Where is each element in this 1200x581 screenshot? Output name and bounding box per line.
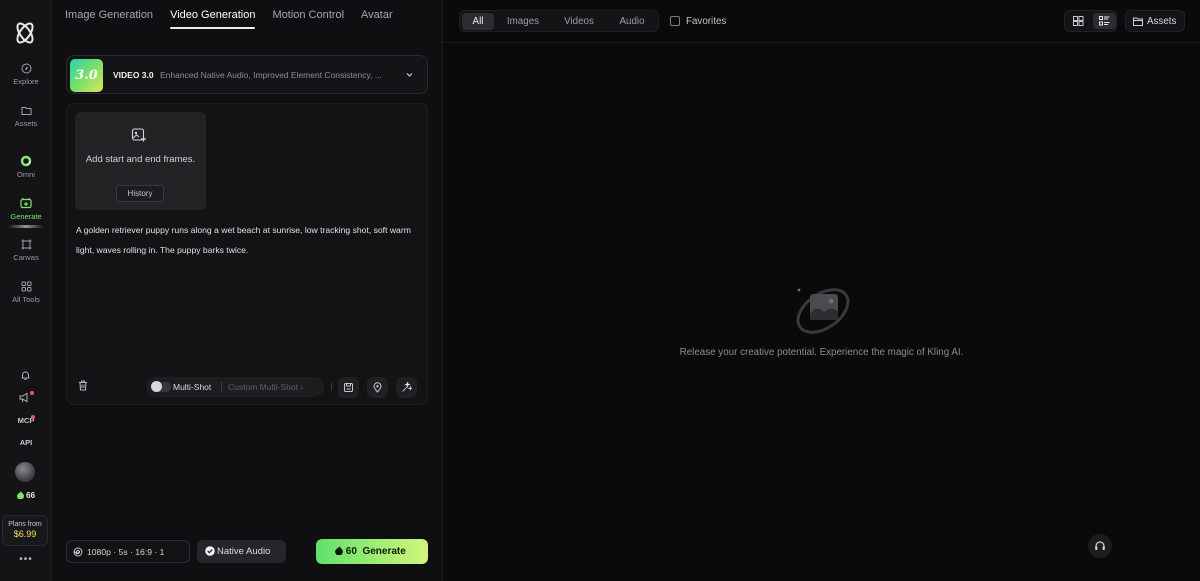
compass-icon <box>21 63 31 74</box>
sidebar-item-assets[interactable]: Assets <box>0 105 52 128</box>
tab-video-generation[interactable]: Video Generation <box>170 9 256 29</box>
add-image-icon <box>131 128 146 142</box>
sidebar-item-label: Omni <box>17 170 35 179</box>
add-frames-label: Add start and end frames. <box>85 154 196 165</box>
more-menu-button[interactable]: ••• <box>0 554 52 565</box>
magic-wand-icon <box>402 382 412 392</box>
generation-tabs: Image Generation Video Generation Motion… <box>65 9 393 29</box>
avatar[interactable] <box>15 462 35 482</box>
generate-cost: 60 <box>345 546 357 557</box>
sidebar-item-label: Canvas <box>13 253 39 262</box>
folder-icon <box>21 107 31 115</box>
sidebar-item-label: All Tools <box>12 295 40 304</box>
media-filter: All Images Videos Audio <box>459 10 659 32</box>
multi-shot-toggle[interactable] <box>151 381 171 392</box>
notification-dot <box>30 391 34 395</box>
sidebar-item-generate[interactable]: Generate <box>0 197 52 221</box>
output-settings-summary: 1080p · 5s · 16:9 · 1 <box>87 547 165 557</box>
flame-icon <box>16 491 24 500</box>
empty-state-illustration <box>796 288 850 334</box>
output-settings-dropdown[interactable]: 1080p · 5s · 16:9 · 1 <box>66 540 190 563</box>
empty-state-message: Release your creative potential. Experie… <box>679 347 964 358</box>
native-audio-label: Native Audio <box>217 546 271 557</box>
grid-view-icon <box>1073 16 1084 26</box>
divider <box>331 383 332 391</box>
add-frames-button[interactable]: Add start and end frames. History <box>75 112 206 210</box>
omni-ring-icon <box>20 155 32 167</box>
sidebar-item-label: Explore <box>13 77 39 86</box>
tab-motion-control[interactable]: Motion Control <box>272 9 344 29</box>
model-selector[interactable]: 3.0 VIDEO 3.0 Enhanced Native Audio, Imp… <box>66 55 428 94</box>
location-button[interactable] <box>367 377 388 398</box>
prompt-input[interactable]: A golden retriever puppy runs along a we… <box>76 221 416 260</box>
flame-icon <box>335 546 343 556</box>
save-icon <box>344 383 353 392</box>
divider <box>221 382 222 392</box>
filter-all[interactable]: All <box>462 13 494 30</box>
generate-button[interactable]: 60 Generate <box>316 539 428 564</box>
list-view-button[interactable] <box>1093 13 1116 29</box>
sidebar-item-canvas[interactable]: Canvas <box>0 239 52 262</box>
divider <box>443 42 1200 43</box>
assets-button[interactable]: Assets <box>1125 10 1185 32</box>
sidebar: Explore Assets Omni Generate Canvas All … <box>0 0 52 581</box>
sidebar-item-all-tools[interactable]: All Tools <box>0 281 52 304</box>
assets-label: Assets <box>1147 16 1177 27</box>
credits-display[interactable]: 66 <box>0 491 52 500</box>
model-description: Enhanced Native Audio, Improved Element … <box>160 70 382 80</box>
sidebar-item-omni[interactable]: Omni <box>0 155 52 179</box>
canvas-icon <box>21 239 31 250</box>
filter-images[interactable]: Images <box>498 13 548 30</box>
results-area: All Images Videos Audio Favorites Assets… <box>443 0 1200 581</box>
enhance-prompt-button[interactable] <box>396 377 417 398</box>
mcp-link[interactable]: MCP <box>0 416 52 425</box>
plans-price: $6.99 <box>13 529 37 539</box>
grid-view-button[interactable] <box>1067 13 1090 29</box>
generate-icon <box>20 198 32 209</box>
history-button[interactable]: History <box>116 185 164 202</box>
favorites-label: Favorites <box>686 16 727 27</box>
active-indicator <box>8 225 44 228</box>
custom-multi-shot-link[interactable]: Custom Multi-Shot › <box>228 382 303 392</box>
credits-value: 66 <box>26 491 36 500</box>
tab-avatar[interactable]: Avatar <box>361 9 393 29</box>
chevron-down-icon <box>406 73 413 77</box>
filter-audio[interactable]: Audio <box>610 13 654 30</box>
trash-icon[interactable] <box>78 380 88 391</box>
generation-panel: Image Generation Video Generation Motion… <box>52 0 443 581</box>
model-name: VIDEO 3.0 <box>113 70 154 80</box>
save-prompt-button[interactable] <box>338 377 359 398</box>
checkbox[interactable] <box>670 16 680 26</box>
model-badge: 3.0 <box>70 59 103 92</box>
check-circle-icon <box>205 546 215 556</box>
folder-icon <box>1133 17 1143 26</box>
generate-label: Generate <box>362 546 406 557</box>
plans-upgrade-button[interactable]: Plans from $6.99 <box>2 515 48 546</box>
chevron-down-icon <box>74 551 80 555</box>
multi-shot-label: Multi-Shot <box>173 382 212 392</box>
pin-icon <box>373 382 382 393</box>
grid-icon <box>21 281 31 292</box>
native-audio-toggle[interactable]: Native Audio <box>197 540 286 563</box>
filter-videos[interactable]: Videos <box>554 13 604 30</box>
tab-image-generation[interactable]: Image Generation <box>65 9 153 29</box>
mcp-notification-dot <box>31 415 35 419</box>
support-button[interactable] <box>1088 534 1112 558</box>
bell-icon[interactable] <box>20 370 31 381</box>
sidebar-item-explore[interactable]: Explore <box>0 63 52 86</box>
headset-icon <box>1095 541 1105 550</box>
multi-shot-control[interactable]: Multi-Shot Custom Multi-Shot › <box>146 377 324 397</box>
sidebar-item-label: Assets <box>14 119 38 128</box>
prompt-card: Add start and end frames. History A gold… <box>66 103 428 405</box>
api-link[interactable]: API <box>0 438 52 447</box>
view-toggle <box>1064 10 1117 32</box>
sidebar-item-label: Generate <box>10 212 42 221</box>
plans-label: Plans from <box>8 521 42 528</box>
list-view-icon <box>1099 16 1110 26</box>
kling-logo-icon[interactable] <box>12 20 38 46</box>
